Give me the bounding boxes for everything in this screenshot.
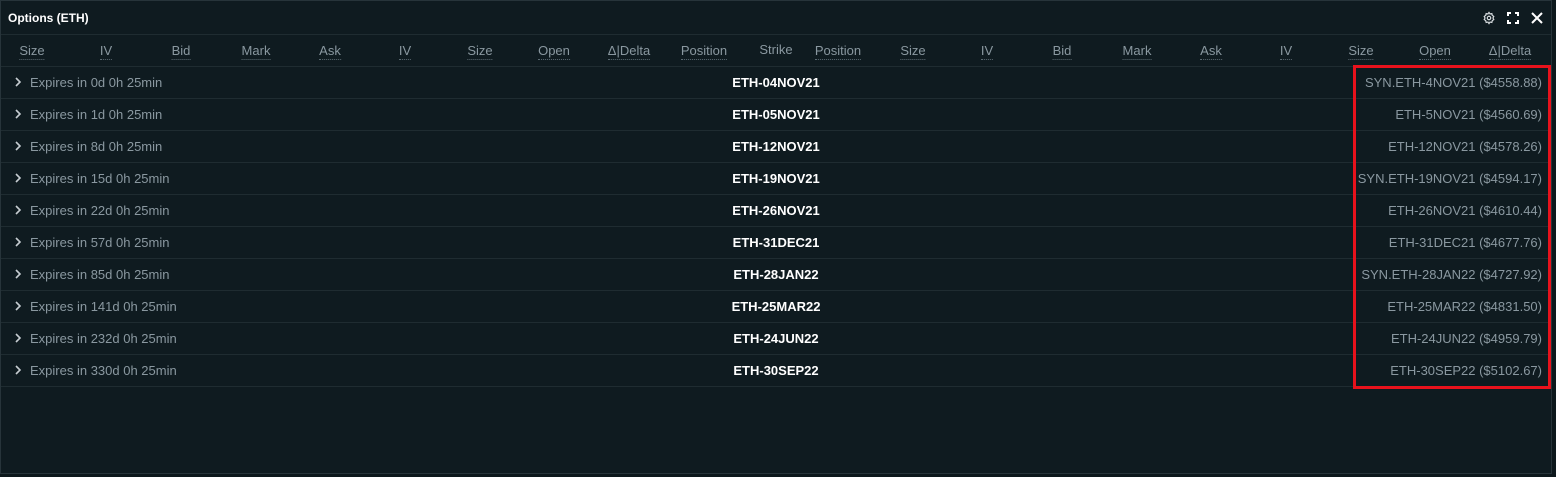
col-call-ask-size[interactable]: Size [467,43,493,60]
expiry-row[interactable]: Expires in 15d 0h 25min ETH-19NOV21 SYN.… [1,163,1551,195]
col-call-ask-iv[interactable]: IV [398,43,412,60]
underlying-price: ETH-31DEC21 ($4677.76) [1388,235,1542,250]
expires-in-label: Expires in 330d 0h 25min [30,363,177,378]
col-put-position[interactable]: Position [814,43,862,60]
underlying-price: ETH-24JUN22 ($4959.79) [1390,331,1542,346]
panel-titlebar: Options (ETH) [1,1,1551,35]
expiry-row[interactable]: Expires in 8d 0h 25min ETH-12NOV21 ETH-1… [1,131,1551,163]
col-call-bid-iv[interactable]: IV [99,43,113,60]
expiry-name: ETH-28JAN22 [733,267,819,282]
expires-in-label: Expires in 0d 0h 25min [30,75,163,90]
expiry-name: ETH-05NOV21 [732,107,820,122]
col-call-delta[interactable]: Δ|Delta [607,43,651,60]
expiry-name: ETH-12NOV21 [732,139,820,154]
chevron-right-icon [15,333,22,343]
expiry-row[interactable]: Expires in 57d 0h 25min ETH-31DEC21 ETH-… [1,227,1551,259]
col-put-open[interactable]: Open [1419,43,1451,60]
col-put-ask[interactable]: Ask [1200,43,1222,60]
chevron-right-icon [15,269,22,279]
underlying-price: SYN.ETH-19NOV21 ($4594.17) [1357,171,1542,186]
col-put-size[interactable]: Size [900,43,926,60]
expiry-name: ETH-25MAR22 [731,299,821,314]
col-put-bid[interactable]: Bid [1052,43,1072,60]
expiry-name: ETH-04NOV21 [732,75,820,90]
expand-icon[interactable] [1505,10,1520,25]
col-call-ask[interactable]: Ask [319,43,341,60]
chevron-right-icon [15,237,22,247]
underlying-price: ETH-30SEP22 ($5102.67) [1390,363,1542,378]
col-put-ask-size[interactable]: Size [1348,43,1374,60]
expires-in-label: Expires in 15d 0h 25min [30,171,170,186]
underlying-price: ETH-12NOV21 ($4578.26) [1388,139,1542,154]
expires-in-label: Expires in 141d 0h 25min [30,299,177,314]
expiry-name: ETH-26NOV21 [732,203,820,218]
expires-in-label: Expires in 22d 0h 25min [30,203,170,218]
col-strike[interactable]: Strike [759,42,792,58]
chevron-right-icon [15,77,22,87]
col-call-bid[interactable]: Bid [171,43,191,60]
chevron-right-icon [15,141,22,151]
chevron-right-icon [15,205,22,215]
chevron-right-icon [15,301,22,311]
expiry-name: ETH-19NOV21 [732,171,820,186]
expires-in-label: Expires in 85d 0h 25min [30,267,170,282]
chevron-right-icon [15,365,22,375]
expiry-row[interactable]: Expires in 85d 0h 25min ETH-28JAN22 SYN.… [1,259,1551,291]
col-put-bid-iv[interactable]: IV [980,43,994,60]
expiry-row[interactable]: Expires in 330d 0h 25min ETH-30SEP22 ETH… [1,355,1551,387]
chevron-right-icon [15,109,22,119]
underlying-price: ETH-25MAR22 ($4831.50) [1387,299,1542,314]
panel-title: Options (ETH) [8,10,89,25]
col-call-size[interactable]: Size [19,43,45,60]
expires-in-label: Expires in 232d 0h 25min [30,331,177,346]
chevron-right-icon [15,173,22,183]
expiry-name: ETH-24JUN22 [733,331,819,346]
col-call-mark[interactable]: Mark [241,43,271,60]
underlying-price: ETH-5NOV21 ($4560.69) [1395,107,1542,122]
expires-in-label: Expires in 8d 0h 25min [30,139,163,154]
col-call-position[interactable]: Position [680,43,728,60]
options-panel: Options (ETH) Size IV Bid Mark Ask IV Si… [0,0,1552,474]
close-icon[interactable] [1529,10,1544,25]
expiry-row[interactable]: Expires in 0d 0h 25min ETH-04NOV21 SYN.E… [1,67,1551,99]
col-put-mark[interactable]: Mark [1122,43,1152,60]
expiry-name: ETH-31DEC21 [732,235,820,250]
window-controls [1481,10,1544,25]
underlying-price: ETH-26NOV21 ($4610.44) [1388,203,1542,218]
underlying-price: SYN.ETH-28JAN22 ($4727.92) [1361,267,1542,282]
gear-icon[interactable] [1481,10,1496,25]
expires-in-label: Expires in 1d 0h 25min [30,107,163,122]
expiry-list: Expires in 0d 0h 25min ETH-04NOV21 SYN.E… [1,67,1551,387]
column-header-row: Size IV Bid Mark Ask IV Size Open Δ|Delt… [1,35,1551,67]
col-put-delta[interactable]: Δ|Delta [1488,43,1532,60]
col-call-open[interactable]: Open [538,43,570,60]
expiry-row[interactable]: Expires in 141d 0h 25min ETH-25MAR22 ETH… [1,291,1551,323]
underlying-price: SYN.ETH-4NOV21 ($4558.88) [1364,75,1542,90]
col-put-ask-iv[interactable]: IV [1279,43,1293,60]
expiry-row[interactable]: Expires in 232d 0h 25min ETH-24JUN22 ETH… [1,323,1551,355]
expiry-name: ETH-30SEP22 [733,363,819,378]
expiry-row[interactable]: Expires in 1d 0h 25min ETH-05NOV21 ETH-5… [1,99,1551,131]
expires-in-label: Expires in 57d 0h 25min [30,235,170,250]
expiry-row[interactable]: Expires in 22d 0h 25min ETH-26NOV21 ETH-… [1,195,1551,227]
